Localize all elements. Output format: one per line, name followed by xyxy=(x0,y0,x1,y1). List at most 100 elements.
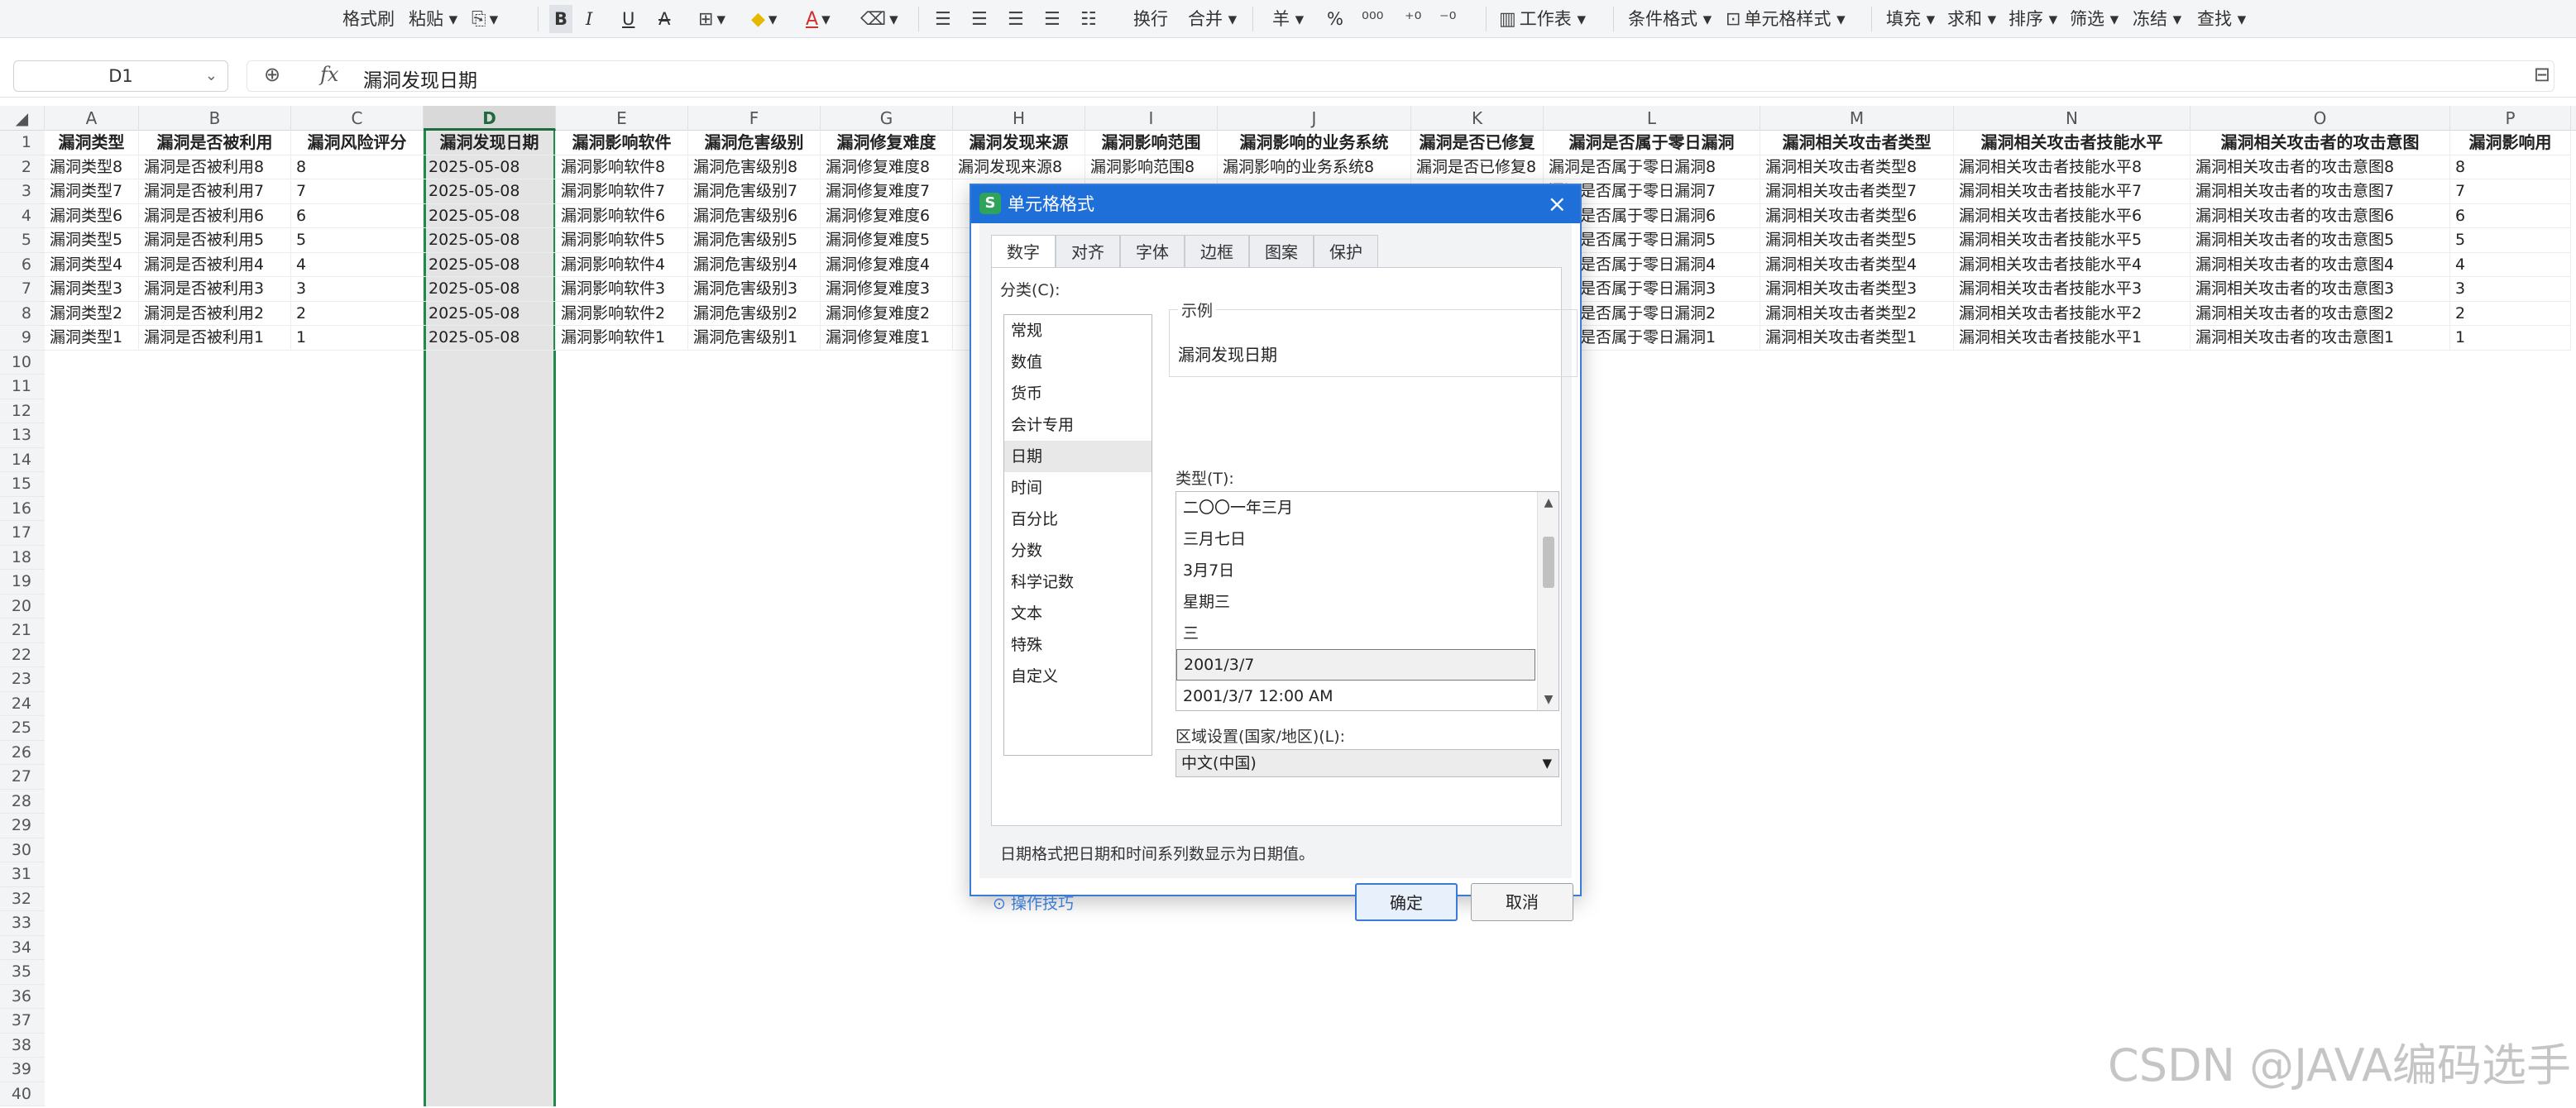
row-header-22[interactable]: 22 xyxy=(0,642,45,667)
row-header-21[interactable]: 21 xyxy=(0,618,45,643)
category-item[interactable]: 时间 xyxy=(1004,472,1152,504)
category-item[interactable]: 自定义 xyxy=(1004,661,1152,692)
locale-select[interactable]: 中文(中国) ▼ xyxy=(1175,749,1559,777)
cell-c2[interactable]: 8 xyxy=(291,155,424,179)
category-item[interactable]: 常规 xyxy=(1004,315,1152,346)
cell-m7[interactable]: 漏洞相关攻击者类型3 xyxy=(1760,277,1954,302)
justify-button[interactable]: ☰ xyxy=(1044,5,1064,33)
row-header-10[interactable]: 10 xyxy=(0,350,45,375)
cell-k2[interactable]: 漏洞是否已修复8 xyxy=(1411,155,1544,179)
cell-h2[interactable]: 漏洞发现来源8 xyxy=(953,155,1085,179)
cell-b6[interactable]: 漏洞是否被利用4 xyxy=(139,252,291,277)
row-header-31[interactable]: 31 xyxy=(0,862,45,887)
cell-style-button[interactable]: ⊡ 单元格样式 ▾ xyxy=(1726,5,1846,33)
cell-f2[interactable]: 漏洞危害级别8 xyxy=(688,155,821,179)
column-header-f[interactable]: F xyxy=(688,106,821,131)
row-header-12[interactable]: 12 xyxy=(0,399,45,423)
column-header-j[interactable]: J xyxy=(1218,106,1411,131)
row-header-40[interactable]: 40 xyxy=(0,1082,45,1106)
cell-g9[interactable]: 漏洞修复难度1 xyxy=(821,326,953,351)
cell-m6[interactable]: 漏洞相关攻击者类型4 xyxy=(1760,252,1954,277)
column-header-b[interactable]: B xyxy=(139,106,291,131)
cell-f1[interactable]: 漏洞危害级别 xyxy=(688,131,821,155)
category-item[interactable]: 文本 xyxy=(1004,598,1152,629)
cell-f3[interactable]: 漏洞危害级别7 xyxy=(688,179,821,204)
align-left-button[interactable]: ☰ xyxy=(935,5,955,33)
category-item[interactable]: 特殊 xyxy=(1004,629,1152,661)
cell-p6[interactable]: 4 xyxy=(2450,252,2571,277)
row-header-33[interactable]: 33 xyxy=(0,911,45,936)
bold-button[interactable]: B xyxy=(549,5,573,33)
cell-j1[interactable]: 漏洞影响的业务系统 xyxy=(1218,131,1411,155)
conditional-format-button[interactable]: 条件格式 ▾ xyxy=(1628,5,1712,33)
row-header-39[interactable]: 39 xyxy=(0,1058,45,1082)
cell-n3[interactable]: 漏洞相关攻击者技能水平7 xyxy=(1954,179,2191,204)
cell-o4[interactable]: 漏洞相关攻击者的攻击意图6 xyxy=(2191,203,2450,228)
clear-format-button[interactable]: ⌫ ▾ xyxy=(860,5,898,33)
cell-b8[interactable]: 漏洞是否被利用2 xyxy=(139,301,291,326)
cell-m9[interactable]: 漏洞相关攻击者类型1 xyxy=(1760,326,1954,351)
cell-a1[interactable]: 漏洞类型 xyxy=(45,131,139,155)
decrease-decimal-button[interactable]: ⁻⁰ xyxy=(1439,5,1459,33)
column-header-h[interactable]: H xyxy=(953,106,1085,131)
cell-d1[interactable]: 漏洞发现日期 xyxy=(424,131,556,155)
cell-a6[interactable]: 漏洞类型4 xyxy=(45,252,139,277)
cell-b2[interactable]: 漏洞是否被利用8 xyxy=(139,155,291,179)
cell-a4[interactable]: 漏洞类型6 xyxy=(45,203,139,228)
close-icon[interactable]: × xyxy=(1548,185,1567,223)
type-item[interactable]: 2001/3/7 12:00 AM xyxy=(1176,681,1535,712)
distributed-button[interactable]: ☷ xyxy=(1080,5,1100,33)
cell-h1[interactable]: 漏洞发现来源 xyxy=(953,131,1085,155)
cell-g6[interactable]: 漏洞修复难度4 xyxy=(821,252,953,277)
cell-a3[interactable]: 漏洞类型7 xyxy=(45,179,139,204)
category-item[interactable]: 会计专用 xyxy=(1004,409,1152,441)
type-item[interactable]: 3月7日 xyxy=(1176,555,1535,586)
cell-p3[interactable]: 7 xyxy=(2450,179,2571,204)
row-header-37[interactable]: 37 xyxy=(0,1009,45,1034)
cell-n9[interactable]: 漏洞相关攻击者技能水平1 xyxy=(1954,326,2191,351)
tab-2[interactable]: 字体 xyxy=(1120,235,1185,268)
worksheet-button[interactable]: ▥ 工作表 ▾ xyxy=(1499,5,1586,33)
tab-5[interactable]: 保护 xyxy=(1314,235,1378,268)
find-button[interactable]: 查找 ▾ xyxy=(2197,5,2246,33)
name-box[interactable]: D1 ⌄ xyxy=(13,60,228,92)
cell-o7[interactable]: 漏洞相关攻击者的攻击意图3 xyxy=(2191,277,2450,302)
cell-j2[interactable]: 漏洞影响的业务系统8 xyxy=(1218,155,1411,179)
row-header-5[interactable]: 5 xyxy=(0,228,45,253)
cell-o5[interactable]: 漏洞相关攻击者的攻击意图5 xyxy=(2191,228,2450,253)
cell-m3[interactable]: 漏洞相关攻击者类型7 xyxy=(1760,179,1954,204)
cell-f4[interactable]: 漏洞危害级别6 xyxy=(688,203,821,228)
cell-d7[interactable]: 2025-05-08 xyxy=(424,277,556,302)
fill-button[interactable]: 填充 ▾ xyxy=(1886,5,1935,33)
row-header-35[interactable]: 35 xyxy=(0,960,45,985)
row-header-8[interactable]: 8 xyxy=(0,301,45,326)
category-list[interactable]: 常规 数值 货币 会计专用 日期 时间 百分比 分数 科学记数 文本 特殊 自定义 xyxy=(1003,314,1152,756)
row-header-3[interactable]: 3 xyxy=(0,179,45,204)
cancel-button[interactable]: 取消 xyxy=(1471,883,1573,921)
cell-c6[interactable]: 4 xyxy=(291,252,424,277)
column-header-c[interactable]: C xyxy=(291,106,424,131)
format-painter-button[interactable]: 格式刷 xyxy=(342,5,395,33)
strikethrough-button[interactable]: A xyxy=(658,5,670,33)
wrap-text-button[interactable]: 换行 xyxy=(1133,5,1168,33)
cell-n6[interactable]: 漏洞相关攻击者技能水平4 xyxy=(1954,252,2191,277)
cell-o9[interactable]: 漏洞相关攻击者的攻击意图1 xyxy=(2191,326,2450,351)
align-center-button[interactable]: ☰ xyxy=(971,5,991,33)
category-item[interactable]: 科学记数 xyxy=(1004,566,1152,598)
cell-c4[interactable]: 6 xyxy=(291,203,424,228)
cell-e6[interactable]: 漏洞影响软件4 xyxy=(556,252,688,277)
category-item[interactable]: 百分比 xyxy=(1004,504,1152,535)
row-header-34[interactable]: 34 xyxy=(0,935,45,960)
row-header-38[interactable]: 38 xyxy=(0,1033,45,1058)
row-header-26[interactable]: 26 xyxy=(0,740,45,765)
cell-f9[interactable]: 漏洞危害级别1 xyxy=(688,326,821,351)
cell-d8[interactable]: 2025-05-08 xyxy=(424,301,556,326)
column-header-k[interactable]: K xyxy=(1411,106,1544,131)
row-header-23[interactable]: 23 xyxy=(0,667,45,692)
cell-i2[interactable]: 漏洞影响范围8 xyxy=(1085,155,1218,179)
row-header-11[interactable]: 11 xyxy=(0,375,45,399)
tab-3[interactable]: 边框 xyxy=(1185,235,1249,268)
cell-g4[interactable]: 漏洞修复难度6 xyxy=(821,203,953,228)
category-item[interactable]: 数值 xyxy=(1004,346,1152,378)
cell-b1[interactable]: 漏洞是否被利用 xyxy=(139,131,291,155)
